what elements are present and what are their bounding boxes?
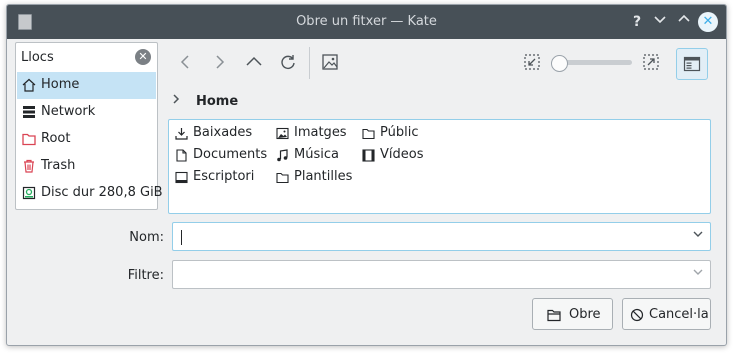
- forward-button[interactable]: [205, 48, 233, 76]
- breadcrumb-expand-icon[interactable]: [171, 93, 181, 108]
- chevron-down-icon[interactable]: [692, 228, 704, 243]
- file-label: Baixades: [193, 125, 253, 140]
- file-label: Documents: [193, 147, 268, 162]
- open-button-label: Obre: [569, 307, 601, 322]
- place-label: Home: [41, 77, 80, 92]
- place-label: Trash: [41, 158, 76, 173]
- zoom-slider-handle[interactable]: [551, 55, 568, 72]
- desktop-folder-icon: [175, 171, 188, 184]
- place-label: Disc dur 280,8 GiB: [41, 185, 163, 200]
- place-label: Root: [41, 131, 71, 146]
- trash-icon: [24, 159, 34, 173]
- filter-label: Filtre:: [127, 268, 164, 283]
- folder-open-icon: [547, 309, 561, 322]
- chevron-down-icon[interactable]: [692, 266, 704, 281]
- name-combobox[interactable]: [172, 222, 711, 251]
- file-label: Vídeos: [380, 147, 424, 162]
- file-label: Públic: [380, 125, 419, 140]
- folder-icon: [276, 172, 289, 184]
- reload-button[interactable]: [274, 48, 302, 76]
- chevron-down-icon: [654, 16, 666, 24]
- folder-icon: [362, 128, 375, 140]
- place-item-home[interactable]: Home: [17, 72, 156, 99]
- up-button[interactable]: [240, 48, 268, 76]
- place-item-drive[interactable]: Disc dur 280,8 GiB: [17, 180, 163, 207]
- zoom-out-icon: [524, 54, 540, 70]
- back-button[interactable]: [172, 48, 200, 76]
- help-button[interactable]: ?: [627, 12, 647, 32]
- places-title: Llocs: [21, 50, 54, 65]
- pictures-folder-icon: [276, 127, 289, 140]
- place-item-trash[interactable]: Trash: [17, 153, 156, 180]
- zoom-in-icon: [643, 54, 659, 70]
- reload-icon: [281, 55, 295, 69]
- file-view[interactable]: Baixades Documents Escriptori Imatges Mú…: [168, 119, 711, 214]
- back-icon: [180, 55, 189, 69]
- folder-red-icon: [22, 133, 36, 146]
- zoom-in-button[interactable]: [637, 48, 665, 76]
- zoom-out-button[interactable]: [518, 48, 546, 76]
- file-label: Plantilles: [294, 169, 353, 184]
- minimize-button[interactable]: [650, 12, 670, 32]
- download-folder-icon: [175, 128, 188, 140]
- title-bar[interactable]: Obre un fitxer — Kate ? ✕: [7, 5, 726, 39]
- file-label: Imatges: [294, 125, 347, 140]
- drive-icon: [22, 186, 36, 200]
- close-button[interactable]: ✕: [698, 12, 718, 32]
- cancel-button[interactable]: Cancel·la: [622, 298, 711, 330]
- open-button[interactable]: Obre: [532, 298, 613, 330]
- document-folder-icon: [176, 149, 187, 162]
- preview-button[interactable]: [316, 48, 344, 76]
- name-label: Nom:: [129, 230, 164, 245]
- places-panel: Llocs ✕ Home Network Root Trash Disc dur…: [15, 42, 163, 210]
- text-cursor: [181, 230, 182, 245]
- home-icon: [22, 78, 36, 92]
- network-icon: [23, 106, 35, 118]
- show-panel-icon: [683, 56, 701, 72]
- music-folder-icon: [277, 149, 288, 162]
- place-item-root[interactable]: Root: [17, 126, 156, 153]
- place-item-network[interactable]: Network: [17, 99, 156, 126]
- maximize-button[interactable]: [674, 12, 694, 32]
- window-title: Obre un fitxer — Kate: [296, 14, 437, 29]
- filter-combobox[interactable]: [172, 260, 711, 289]
- breadcrumb-home[interactable]: Home: [196, 94, 238, 109]
- forward-icon: [216, 55, 225, 69]
- image-preview-icon: [322, 54, 338, 70]
- cancel-button-label: Cancel·la: [649, 307, 709, 322]
- place-label: Network: [41, 104, 96, 119]
- video-folder-icon: [362, 149, 375, 162]
- file-label: Música: [294, 147, 339, 162]
- toolbar-separator: [309, 47, 310, 79]
- file-label: Escriptori: [193, 169, 255, 184]
- show-panel-button[interactable]: [676, 48, 708, 80]
- places-header: Llocs ✕: [17, 44, 156, 71]
- clear-icon[interactable]: ✕: [135, 49, 151, 65]
- up-icon: [246, 56, 262, 66]
- chevron-up-icon: [678, 14, 690, 22]
- cancel-icon: [630, 308, 644, 322]
